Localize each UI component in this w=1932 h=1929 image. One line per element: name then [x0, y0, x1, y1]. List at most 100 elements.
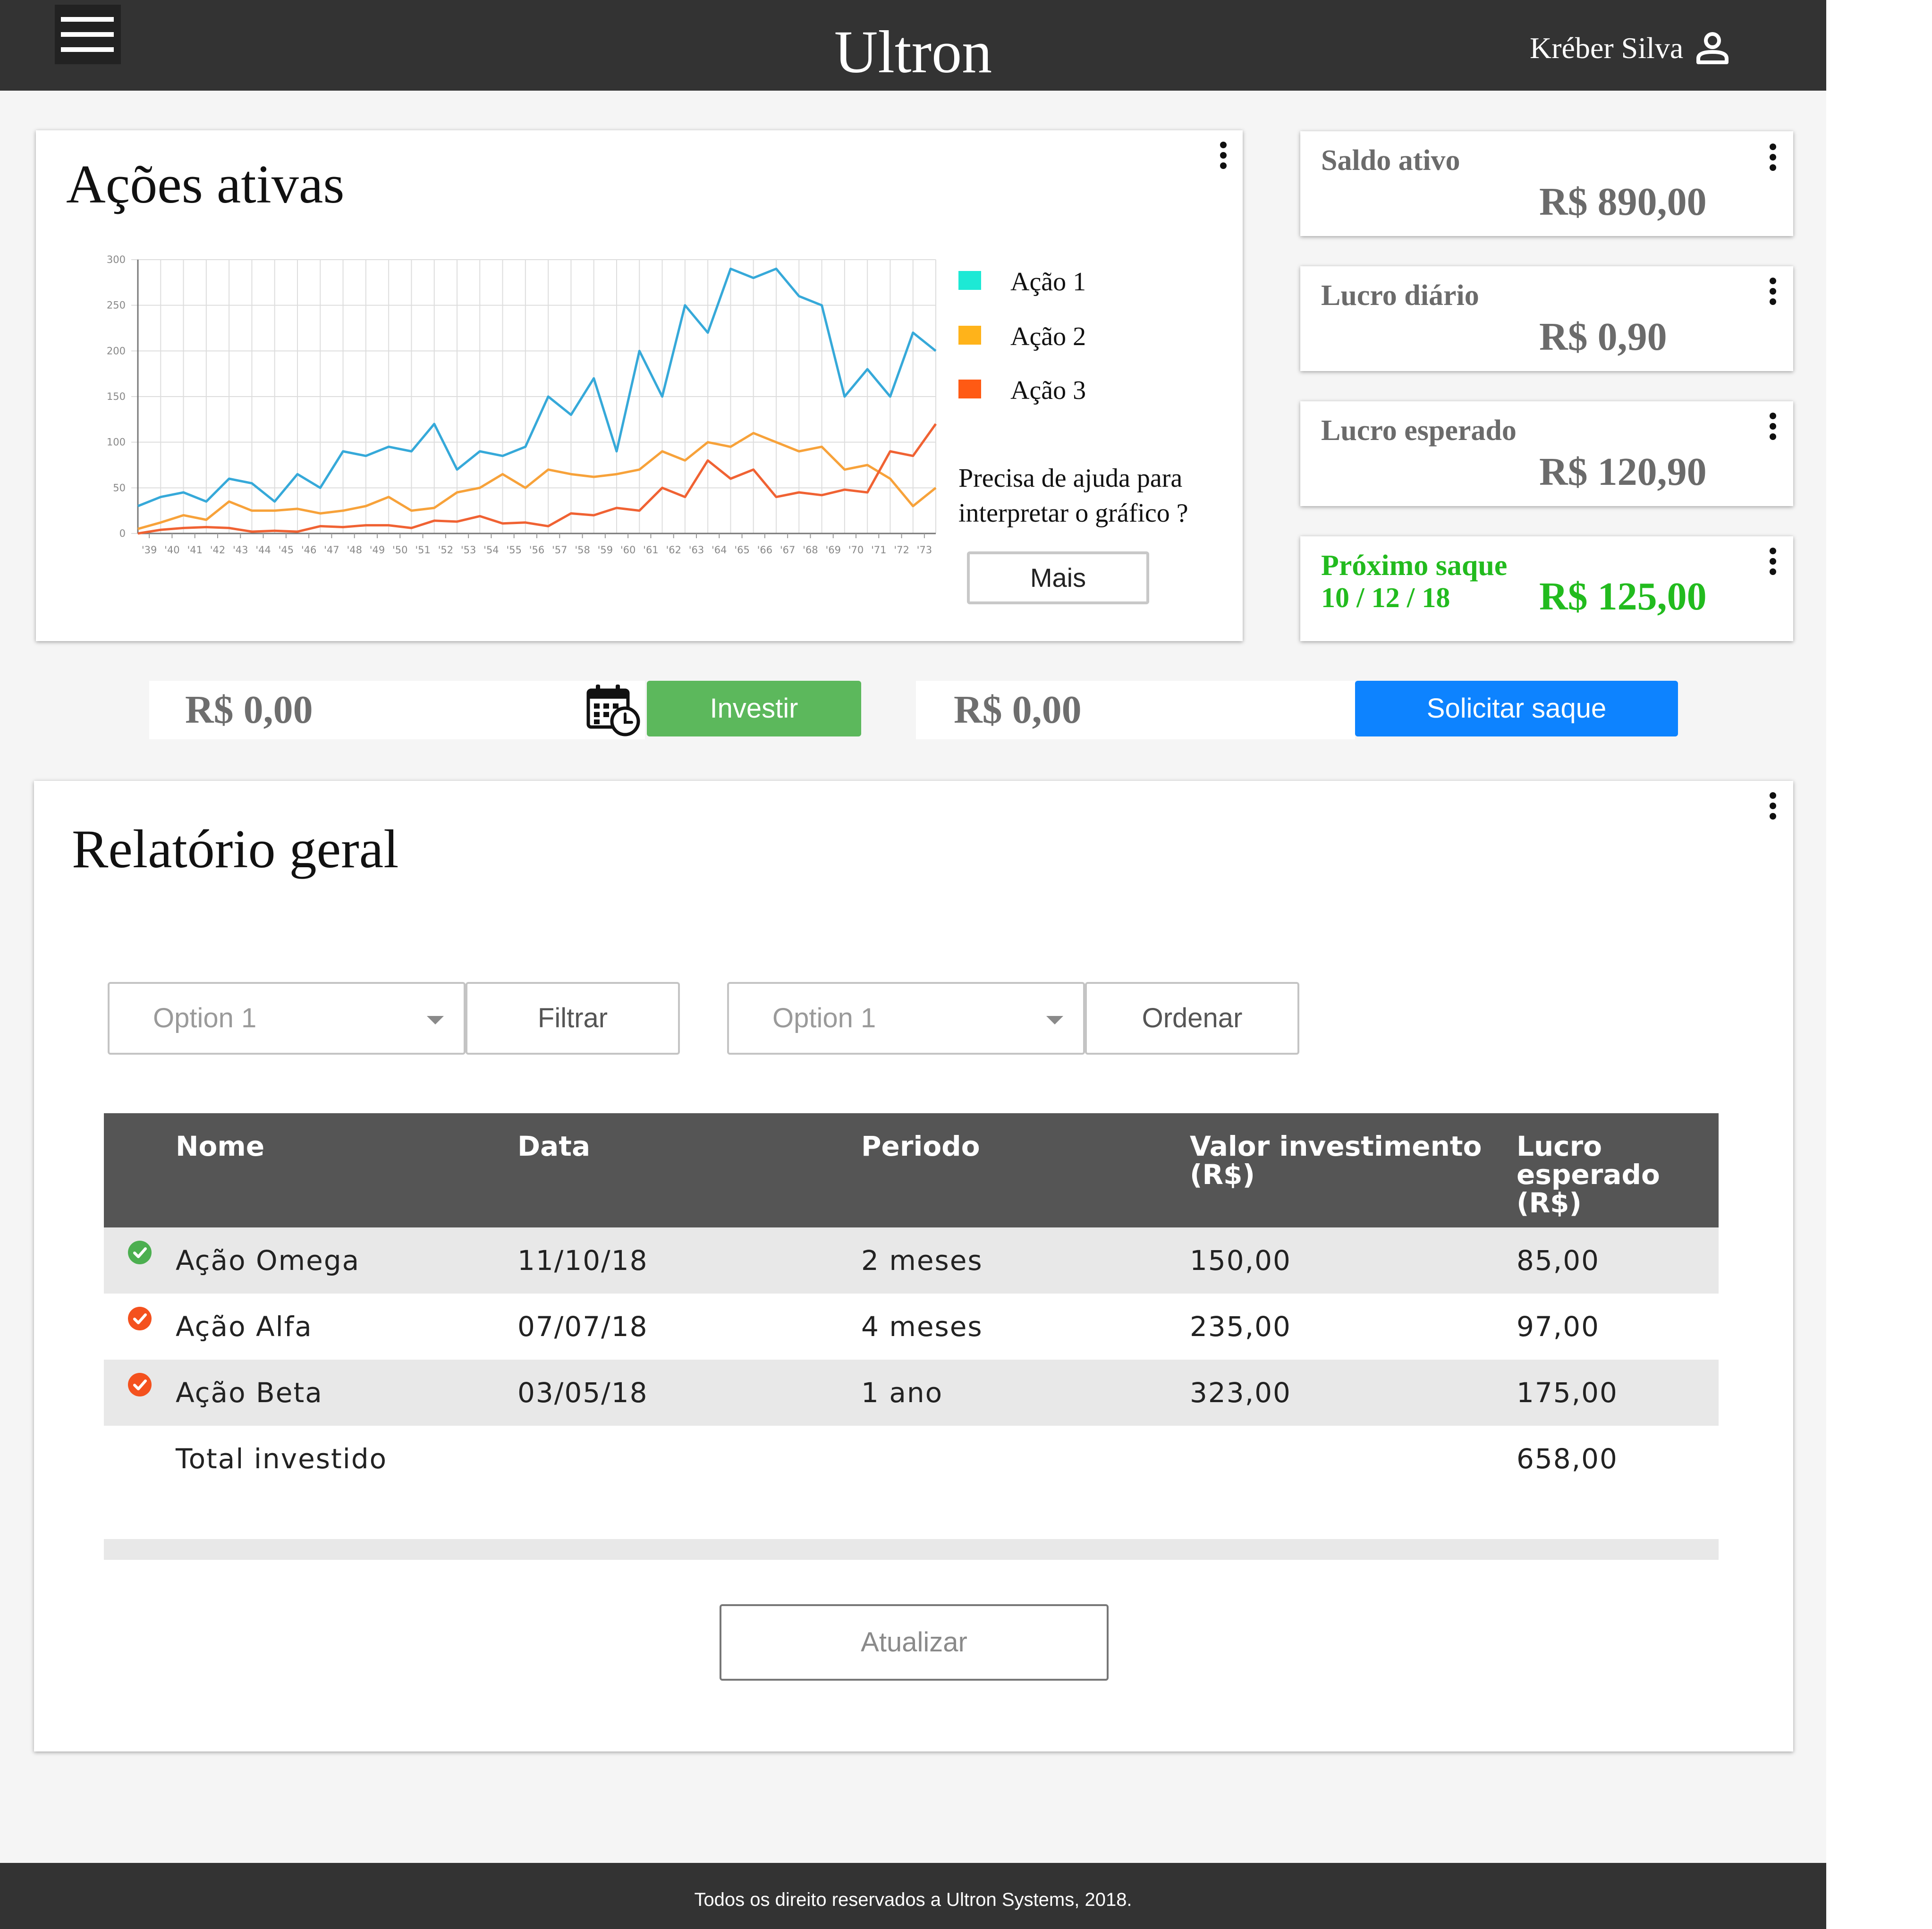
daily-profit-card: Lucro diário R$ 0,90 — [1300, 266, 1793, 371]
legend-label: Ação 1 — [1010, 267, 1086, 296]
x-tick-label: '62 — [666, 544, 681, 556]
total-value: 658,00 — [1517, 1443, 1618, 1475]
filter-select[interactable]: Option 1 — [108, 982, 466, 1055]
check-orange-icon — [128, 1307, 152, 1330]
x-tick-label: '67 — [780, 544, 796, 556]
legend-label: Ação 3 — [1010, 376, 1086, 405]
table-row[interactable]: Ação Omega 11/10/18 2 meses 150,00 85,00 — [104, 1227, 1719, 1294]
card-options-icon[interactable] — [1766, 792, 1780, 821]
x-tick-label: '56 — [529, 544, 545, 556]
x-tick-label: '64 — [712, 544, 727, 556]
chevron-down-icon — [1046, 1016, 1063, 1024]
table-row[interactable]: Ação Alfa 07/07/18 4 meses 235,00 97,00 — [104, 1294, 1719, 1360]
status-cell — [104, 1360, 176, 1426]
order-select[interactable]: Option 1 — [727, 982, 1085, 1055]
x-tick-label: '47 — [324, 544, 339, 556]
withdrawal-date: 10 / 12 / 18 — [1321, 582, 1450, 613]
x-tick-label: '70 — [848, 544, 864, 556]
x-tick-label: '42 — [210, 544, 226, 556]
empty-cell — [861, 1426, 1190, 1539]
status-cell — [104, 1227, 176, 1294]
column-header-lucro[interactable]: Lucro esperado (R$) — [1517, 1113, 1719, 1227]
x-tick-label: '57 — [552, 544, 568, 556]
stat-label: Lucro diário — [1321, 279, 1479, 312]
invest-amount-input[interactable]: R$ 0,00 — [149, 681, 645, 739]
card-options-icon[interactable] — [1766, 278, 1780, 306]
x-tick-label: '45 — [279, 544, 294, 556]
column-header-nome[interactable]: Nome — [176, 1113, 517, 1227]
cell-value: 323,00 — [1190, 1360, 1517, 1426]
chart-help-text: Precisa de ajuda para interpretar o gráf… — [958, 464, 1188, 528]
card-options-icon[interactable] — [1216, 142, 1230, 170]
column-header-data[interactable]: Data — [517, 1113, 861, 1227]
y-tick-label: 300 — [107, 254, 126, 265]
x-tick-label: '72 — [894, 544, 909, 556]
refresh-button[interactable]: Atualizar — [720, 1604, 1109, 1681]
card-options-icon[interactable] — [1766, 413, 1780, 441]
total-label: Total investido — [176, 1443, 388, 1475]
stat-label: Saldo ativo — [1321, 144, 1460, 177]
x-tick-label: '55 — [506, 544, 522, 556]
series-line-acao-1 — [137, 267, 937, 508]
chevron-down-icon — [427, 1016, 444, 1024]
stat-value: R$ 0,90 — [1539, 315, 1667, 359]
x-tick-label: '50 — [392, 544, 408, 556]
x-tick-label: '71 — [871, 544, 887, 556]
stat-value: R$ 890,00 — [1539, 180, 1707, 224]
request-withdrawal-button[interactable]: Solicitar saque — [1355, 681, 1678, 736]
cell-period: 1 ano — [861, 1360, 1190, 1426]
cell-date: 03/05/18 — [517, 1360, 861, 1426]
stat-value: R$ 120,90 — [1539, 450, 1707, 494]
check-green-icon — [128, 1241, 152, 1264]
active-balance-card: Saldo ativo R$ 890,00 — [1300, 131, 1793, 236]
card-options-icon[interactable] — [1766, 548, 1780, 576]
y-tick-label: 100 — [107, 437, 126, 448]
stat-value: R$ 125,00 — [1539, 575, 1707, 618]
total-row: Total investido 658,00 — [104, 1426, 1719, 1539]
legend-swatch-acao-3 — [958, 380, 981, 398]
x-tick-label: '43 — [233, 544, 248, 556]
empty-cell — [517, 1426, 861, 1539]
footer-text: Todos os direito reservados a Ultron Sys… — [694, 1889, 1132, 1910]
x-tick-label: '39 — [142, 544, 157, 556]
stat-label: Próximo saque — [1321, 550, 1508, 582]
withdraw-amount-input[interactable]: R$ 0,00 — [916, 681, 1355, 739]
table-header-row: Nome Data Periodo Valor investimento (R$… — [104, 1113, 1719, 1227]
report-title: Relatório geral — [72, 819, 399, 880]
column-header-valor[interactable]: Valor investimento (R$) — [1190, 1113, 1517, 1227]
series-line-acao-2 — [137, 431, 937, 530]
x-tick-label: '40 — [164, 544, 180, 556]
x-tick-label: '65 — [734, 544, 750, 556]
table-row[interactable]: Ação Beta 03/05/18 1 ano 323,00 175,00 — [104, 1360, 1719, 1426]
user-icon[interactable] — [1696, 31, 1729, 65]
y-tick-label: 50 — [113, 482, 126, 493]
empty-cell — [1190, 1426, 1517, 1539]
cell-profit: 85,00 — [1517, 1227, 1719, 1294]
column-header-status — [104, 1113, 176, 1227]
general-report-card: Relatório geral Option 1 Filtrar Option … — [34, 781, 1793, 1751]
filter-button[interactable]: Filtrar — [466, 982, 680, 1055]
check-orange-icon — [128, 1373, 152, 1396]
x-tick-label: '63 — [689, 544, 704, 556]
legend-swatch-acao-1 — [958, 271, 981, 290]
expected-profit-card: Lucro esperado R$ 120,90 — [1300, 401, 1793, 506]
report-table: Nome Data Periodo Valor investimento (R$… — [104, 1113, 1719, 1560]
x-tick-label: '48 — [347, 544, 362, 556]
invest-button[interactable]: Investir — [647, 681, 861, 736]
x-tick-label: '59 — [598, 544, 613, 556]
cell-name: Ação Alfa — [176, 1311, 313, 1343]
stocks-line-chart: 0 50 100 150 200 250 300 '39 '40 '41 '42 '43 '44 '45 '… — [107, 254, 937, 556]
x-tick-label: '46 — [301, 544, 317, 556]
column-header-periodo[interactable]: Periodo — [861, 1113, 1190, 1227]
x-tick-label: '66 — [757, 544, 773, 556]
table-footer-bar — [104, 1539, 1719, 1560]
x-tick-label: '41 — [187, 544, 203, 556]
order-button[interactable]: Ordenar — [1085, 982, 1299, 1055]
x-tick-label: '52 — [438, 544, 454, 556]
top-bar: Ultron Kréber Silva — [0, 0, 1826, 91]
user-name[interactable]: Kréber Silva — [1530, 29, 1683, 67]
more-button[interactable]: Mais — [967, 551, 1149, 604]
y-tick-label: 0 — [119, 528, 126, 539]
calendar-clock-icon[interactable] — [585, 682, 641, 737]
card-options-icon[interactable] — [1766, 144, 1780, 172]
